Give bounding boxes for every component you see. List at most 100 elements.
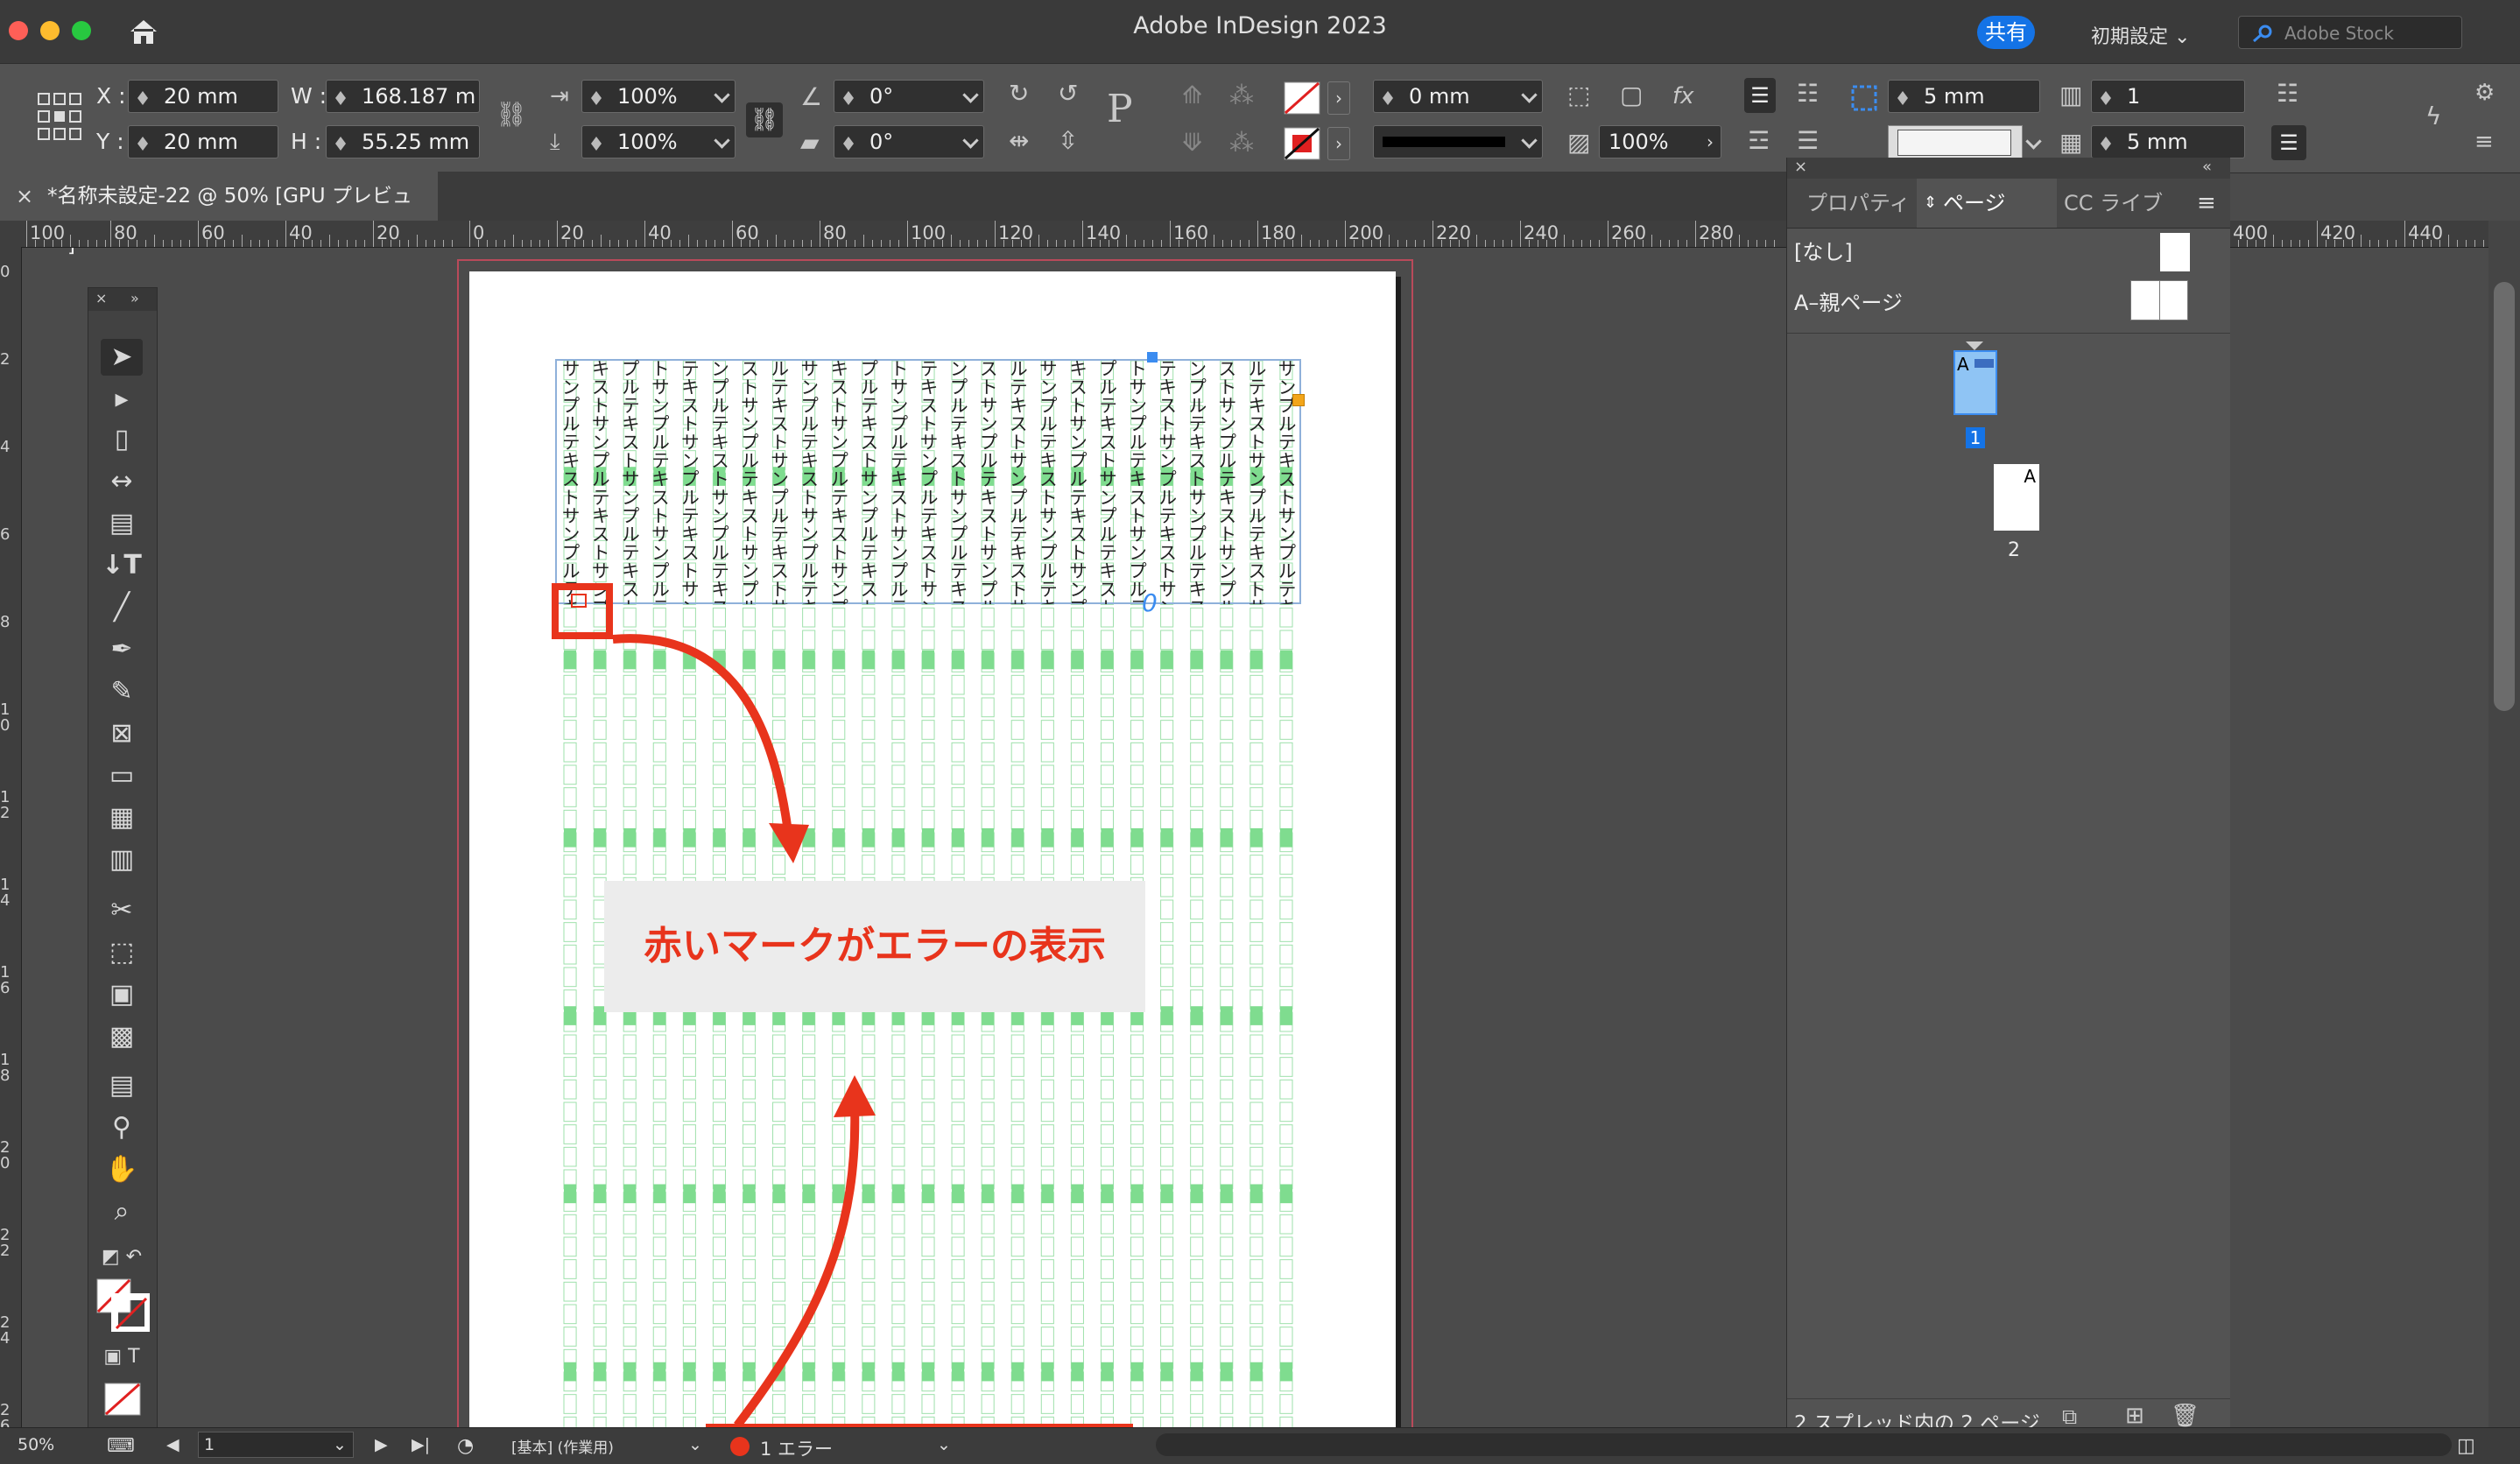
direct-selection-tool-icon[interactable]: ▸	[101, 381, 143, 418]
page-tool-icon[interactable]: ▯	[101, 421, 143, 458]
expand-icon[interactable]: »	[130, 290, 139, 306]
page-thumbnail-2[interactable]: A	[1994, 464, 2039, 531]
hand-tool-icon[interactable]: ✋	[101, 1151, 143, 1188]
text-frame-inset-icon[interactable]	[1849, 83, 1879, 113]
share-button[interactable]: 共有	[1977, 16, 2035, 49]
flip-horizontal-icon[interactable]: ⇹	[1009, 129, 1029, 153]
eyedropper-tool-icon[interactable]: ⚲	[101, 1109, 143, 1146]
select-container-icon[interactable]: ⟰	[1182, 83, 1202, 108]
out-port-handle[interactable]: 0	[1142, 588, 1158, 617]
preflight-profile-label[interactable]: [基本] (作業用)	[511, 1435, 614, 1457]
workspace-menu[interactable]: 初期設定 ⌄	[2091, 21, 2190, 49]
tab-pages[interactable]: ⇕ ページ	[1917, 179, 2057, 228]
rotate-field[interactable]: 0°	[834, 80, 984, 113]
chevron-down-icon[interactable]: ⌄	[937, 1435, 951, 1454]
vertical-ruler[interactable]: 024681 01 21 41 61 82 02 22 42 6	[0, 247, 22, 1438]
note-tool-icon[interactable]: ▤	[101, 1067, 143, 1104]
trash-icon[interactable]: 🗑	[2171, 1403, 2200, 1429]
horizontal-grid-tool-icon[interactable]: ▦	[101, 799, 143, 836]
reference-point-icon[interactable]	[37, 92, 82, 143]
gap-tool-icon[interactable]: ↔	[101, 463, 143, 500]
master-a[interactable]: A–親ページ	[1794, 285, 1903, 316]
y-field[interactable]: 20 mm	[128, 125, 278, 158]
frame-handle[interactable]	[1147, 352, 1158, 362]
gradient-feather-tool-icon[interactable]: ▩	[101, 1018, 143, 1055]
first-page-icon[interactable]: ◀	[166, 1435, 179, 1454]
shear-stepper[interactable]	[840, 130, 859, 154]
close-icon[interactable]: ×	[95, 290, 107, 306]
columns-stepper[interactable]	[2097, 84, 2116, 109]
chevron-down-icon[interactable]	[2025, 133, 2042, 150]
stroke-menu-button[interactable]: ›	[1327, 127, 1350, 160]
x-field[interactable]: 20 mm	[128, 80, 278, 113]
vertical-scrollbar[interactable]	[2488, 221, 2520, 1427]
opacity-menu-button[interactable]: ›	[1699, 125, 1721, 158]
pencil-tool-icon[interactable]: ✎	[101, 673, 143, 710]
link-scale-icon[interactable]: ⛓	[746, 102, 783, 137]
stroke-none-swatch-icon[interactable]	[1284, 127, 1320, 160]
chevron-down-icon[interactable]	[1521, 132, 1538, 149]
scale-x-stepper[interactable]	[588, 84, 607, 109]
chevron-down-icon[interactable]	[962, 87, 979, 103]
scale-y-field[interactable]: 100%	[581, 125, 736, 158]
master-a-thumbnail[interactable]	[2130, 280, 2188, 320]
select-next-icon[interactable]: ⁂	[1229, 83, 1254, 108]
panel-menu-icon[interactable]: ≡	[2197, 179, 2216, 228]
zoom-tool-icon[interactable]: ⌕	[101, 1193, 143, 1230]
rectangle-tool-icon[interactable]: ▭	[101, 757, 143, 794]
default-colors-icon[interactable]: ◩ ↶	[101, 1239, 143, 1276]
page-thumbnail-1[interactable]: A	[1953, 350, 1997, 415]
stroke-weight-stepper[interactable]	[1379, 84, 1398, 109]
page-size-icon[interactable]: ⧉	[2062, 1404, 2077, 1429]
select-previous-icon[interactable]: ⁂	[1229, 130, 1254, 155]
last-page-icon[interactable]: ▶|	[412, 1435, 430, 1454]
drop-shadow-icon[interactable]: ▢	[1620, 83, 1643, 108]
page-number-2[interactable]: 2	[2008, 539, 2020, 561]
error-count[interactable]: 1 エラー	[760, 1435, 833, 1461]
inset-stepper[interactable]	[1894, 84, 1913, 109]
column-gutter-field[interactable]: 5 mm	[2091, 125, 2245, 158]
tab-cc-libraries[interactable]: CC ライブ	[2046, 179, 2163, 228]
gear-icon[interactable]: ⚙	[2474, 81, 2495, 104]
next-page-icon[interactable]: ▶	[375, 1435, 388, 1454]
close-icon[interactable]: ×	[16, 172, 33, 221]
in-port-handle[interactable]	[1292, 394, 1305, 406]
w-field[interactable]: 168.187 m	[326, 80, 480, 113]
align-text-center-icon[interactable]: ☷	[1797, 81, 1819, 106]
rotate-stepper[interactable]	[840, 84, 859, 109]
align-text-bottom-icon[interactable]: ☲	[1748, 129, 1770, 153]
chevron-down-icon[interactable]	[962, 132, 979, 149]
vertical-grid-tool-icon[interactable]: ▥	[101, 841, 143, 878]
free-transform-tool-icon[interactable]: ⬚	[101, 934, 143, 971]
effects-fx-icon[interactable]: fx	[1672, 85, 1694, 108]
master-none[interactable]: [なし]	[1794, 235, 1853, 265]
zoom-level[interactable]: 50%	[18, 1435, 54, 1454]
line-tool-icon[interactable]: ╱	[101, 589, 143, 626]
w-stepper[interactable]	[332, 84, 351, 109]
scale-y-stepper[interactable]	[588, 130, 607, 154]
chevron-down-icon[interactable]	[714, 132, 730, 149]
h-stepper[interactable]	[332, 130, 351, 154]
screen-mode-icon[interactable]: ⌨	[107, 1435, 135, 1457]
select-content-icon[interactable]: ⟱	[1182, 130, 1202, 155]
tab-properties[interactable]: プロパティ	[1806, 179, 1911, 228]
preflight-profile-icon[interactable]: ◔	[457, 1435, 474, 1457]
new-page-icon[interactable]: ⊞	[2125, 1403, 2144, 1429]
h-field[interactable]: 55.25 mm	[326, 125, 480, 158]
frame-fitting-icon[interactable]: ⬚	[1567, 83, 1590, 108]
gradient-swatch-tool-icon[interactable]: ▣	[101, 976, 143, 1013]
inset-field[interactable]: 5 mm	[1888, 80, 2040, 113]
vertical-type-tool-icon[interactable]: ↓T	[101, 547, 143, 584]
master-none-thumbnail[interactable]	[2160, 233, 2190, 271]
scissors-tool-icon[interactable]: ✂	[101, 892, 143, 929]
stroke-type-select[interactable]	[1373, 125, 1543, 158]
close-icon[interactable]: ×	[1794, 158, 1807, 176]
tools-panel-header[interactable]: ×»	[88, 288, 157, 311]
document-tab[interactable]: × *名称未設定-22 @ 50% [GPU プレビュー]	[0, 172, 438, 257]
chevron-down-icon[interactable]	[714, 87, 730, 103]
paragraph-style-select[interactable]	[1888, 125, 2023, 158]
fill-menu-button[interactable]: ›	[1327, 81, 1350, 115]
column-gutter-stepper[interactable]	[2097, 130, 2116, 154]
chevron-down-icon[interactable]: ⌄	[688, 1435, 702, 1454]
balance-columns-icon[interactable]: ☷	[2277, 81, 2298, 106]
